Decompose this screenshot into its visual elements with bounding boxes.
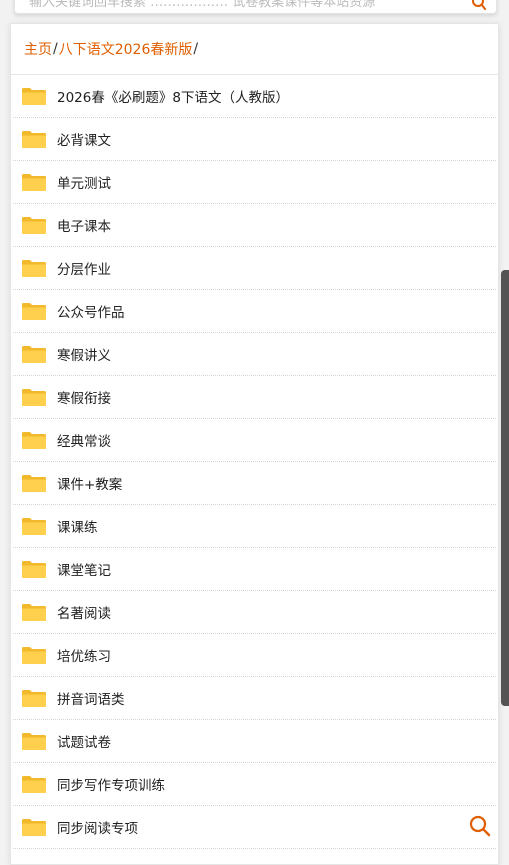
folder-icon [22, 345, 46, 363]
folder-item-label: 同步写作专项训练 [57, 778, 165, 794]
folder-item[interactable]: 培优练习 [13, 634, 496, 677]
breadcrumb-trailing-separator: / [193, 41, 199, 57]
floating-search-icon[interactable] [468, 814, 492, 838]
folder-item[interactable]: 课堂笔记 [13, 548, 496, 591]
folder-icon [22, 732, 46, 750]
scrollbar-thumb[interactable] [501, 270, 509, 706]
breadcrumb-current-link[interactable]: 八下语文2026春新版 [59, 39, 193, 59]
folder-icon [22, 259, 46, 277]
folder-icon [22, 689, 46, 707]
folder-item-label: 寒假讲义 [57, 348, 111, 364]
folder-item-label: 名著阅读 [57, 606, 111, 622]
folder-item-label: 课课练 [57, 520, 98, 536]
folder-item-label: 试题试卷 [57, 735, 111, 751]
folder-item-label: 公众号作品 [57, 305, 125, 321]
folder-list: 2026春《必刷题》8下语文（人教版） 必背课文单元测试电子课本分层作业公众号作品… [13, 75, 496, 849]
folder-item-label: 电子课本 [57, 219, 111, 235]
folder-item[interactable]: 拼音词语类 [13, 677, 496, 720]
folder-item-label: 经典常谈 [57, 434, 111, 450]
folder-item-label: 单元测试 [57, 176, 111, 192]
folder-item-label: 拼音词语类 [57, 692, 125, 708]
folder-icon [22, 646, 46, 664]
folder-item-label: 分层作业 [57, 262, 111, 278]
folder-item[interactable]: 电子课本 [13, 204, 496, 247]
folder-item[interactable]: 公众号作品 [13, 290, 496, 333]
folder-icon [22, 216, 46, 234]
folder-item[interactable]: 同步阅读专项 [13, 806, 496, 849]
folder-item[interactable]: 名著阅读 [13, 591, 496, 634]
folder-item[interactable]: 课件+教案 [13, 462, 496, 505]
folder-item-label: 课件+教案 [57, 477, 123, 493]
folder-item[interactable]: 同步写作专项训练 [13, 763, 496, 806]
folder-item-label: 培优练习 [57, 649, 111, 665]
folder-item[interactable]: 必背课文 [13, 118, 496, 161]
folder-item[interactable]: 经典常谈 [13, 419, 496, 462]
folder-item[interactable]: 课课练 [13, 505, 496, 548]
folder-icon [22, 775, 46, 793]
folder-item[interactable]: 单元测试 [13, 161, 496, 204]
folder-item-label: 2026春《必刷题》8下语文（人教版） [57, 90, 289, 106]
file-browser-panel: 主页 / 八下语文2026春新版 / 2026春《必刷题》8下语文（人教版） 必背… [10, 23, 499, 865]
folder-icon [22, 87, 46, 105]
folder-icon [22, 517, 46, 535]
breadcrumb: 主页 / 八下语文2026春新版 / [11, 24, 498, 75]
search-bar[interactable]: 输入关键词回车搜索 ……………… 试卷教案课件等本站资源 [14, 0, 497, 14]
folder-icon [22, 603, 46, 621]
folder-icon [22, 474, 46, 492]
breadcrumb-home-link[interactable]: 主页 [24, 39, 52, 59]
folder-item-label: 课堂笔记 [57, 563, 111, 579]
search-icon[interactable] [472, 0, 486, 11]
folder-item[interactable]: 2026春《必刷题》8下语文（人教版） [13, 75, 496, 118]
search-input[interactable]: 输入关键词回车搜索 ……………… 试卷教案课件等本站资源 [29, 0, 375, 10]
folder-item[interactable]: 寒假讲义 [13, 333, 496, 376]
folder-item-label: 同步阅读专项 [57, 821, 138, 837]
folder-item[interactable]: 寒假衔接 [13, 376, 496, 419]
folder-item[interactable]: 分层作业 [13, 247, 496, 290]
folder-icon [22, 818, 46, 836]
folder-icon [22, 431, 46, 449]
folder-icon [22, 173, 46, 191]
folder-icon [22, 130, 46, 148]
breadcrumb-separator: / [53, 41, 58, 57]
folder-icon [22, 388, 46, 406]
folder-item-label: 必背课文 [57, 133, 111, 149]
folder-item[interactable]: 试题试卷 [13, 720, 496, 763]
folder-item-label: 寒假衔接 [57, 391, 111, 407]
folder-icon [22, 302, 46, 320]
folder-icon [22, 560, 46, 578]
